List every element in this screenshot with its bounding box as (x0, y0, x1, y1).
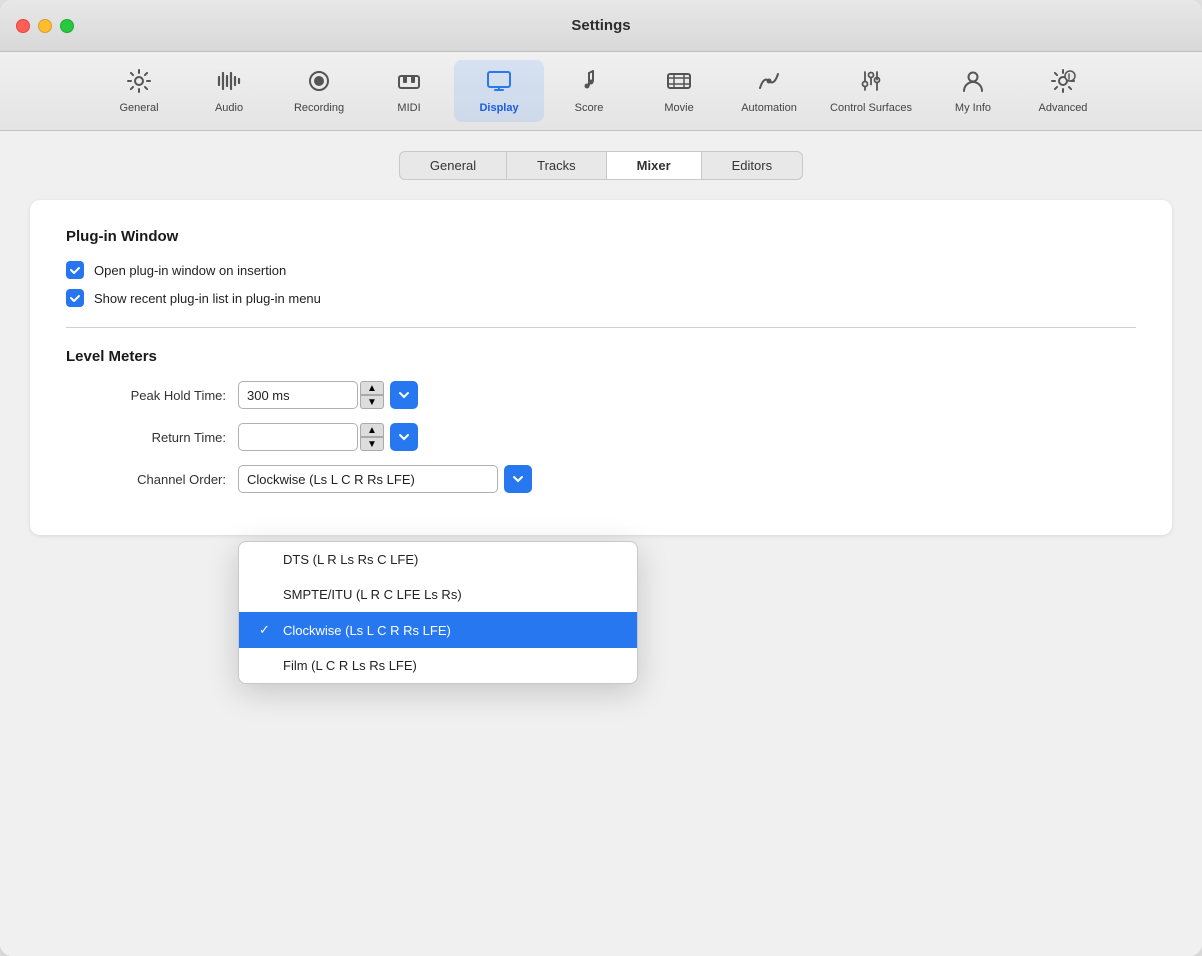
display-icon (486, 68, 512, 98)
general-icon (126, 68, 152, 98)
clockwise-checkmark: ✓ (259, 622, 275, 638)
peak-hold-time-input-group: ▲ ▼ (238, 381, 418, 409)
audio-icon (216, 68, 242, 98)
advanced-label: Advanced (1039, 102, 1088, 114)
score-icon (576, 68, 602, 98)
toolbar-item-display[interactable]: Display (454, 60, 544, 122)
peak-hold-time-stepper: ▲ ▼ (360, 381, 384, 409)
checkbox-show-recent-list[interactable] (66, 289, 84, 307)
toolbar-item-advanced[interactable]: Advanced (1018, 60, 1108, 122)
channel-order-dropdown: DTS (L R Ls Rs C LFE) SMPTE/ITU (L R C L… (238, 541, 638, 684)
tab-tracks[interactable]: Tracks (507, 151, 607, 180)
midi-icon (396, 68, 422, 98)
toolbar-item-audio[interactable]: Audio (184, 60, 274, 122)
peak-hold-time-dropdown-btn[interactable] (390, 381, 418, 409)
audio-label: Audio (215, 102, 243, 114)
dropdown-option-film[interactable]: Film (L C R Ls Rs LFE) (239, 648, 637, 683)
return-time-stepper: ▲ ▼ (360, 423, 384, 451)
tab-mixer[interactable]: Mixer (607, 151, 702, 180)
checkbox-open-on-insertion-label: Open plug-in window on insertion (94, 263, 286, 278)
automation-icon (756, 68, 782, 98)
control-surfaces-label: Control Surfaces (830, 102, 912, 114)
content-area: General Tracks Mixer Editors Plug-in Win… (0, 131, 1202, 956)
tab-editors[interactable]: Editors (702, 151, 803, 180)
section-divider (66, 327, 1136, 328)
close-button[interactable] (16, 19, 30, 33)
smpte-label: SMPTE/ITU (L R C LFE Ls Rs) (283, 587, 462, 602)
toolbar: General Audio Recording (0, 52, 1202, 131)
peak-hold-time-stepper-down[interactable]: ▼ (360, 395, 384, 409)
peak-hold-time-input[interactable] (238, 381, 358, 409)
tab-bar: General Tracks Mixer Editors (30, 151, 1172, 180)
automation-label: Automation (741, 102, 797, 114)
peak-hold-time-label: Peak Hold Time: (66, 388, 226, 403)
movie-icon (666, 68, 692, 98)
settings-window: Settings General Audio (0, 0, 1202, 956)
plugin-window-section: Plug-in Window Open plug-in window on in… (66, 228, 1136, 307)
channel-order-row: Channel Order: DTS (L R Ls Rs C LFE) (66, 465, 1136, 493)
checkbox-row-open-on-insertion: Open plug-in window on insertion (66, 261, 1136, 279)
clockwise-label: Clockwise (Ls L C R Rs LFE) (283, 623, 451, 638)
channel-order-dropdown-btn[interactable] (504, 465, 532, 493)
toolbar-item-score[interactable]: Score (544, 60, 634, 122)
title-bar: Settings (0, 0, 1202, 52)
toolbar-item-midi[interactable]: MIDI (364, 60, 454, 122)
dropdown-option-dts[interactable]: DTS (L R Ls Rs C LFE) (239, 542, 637, 577)
advanced-icon (1050, 68, 1076, 98)
checkbox-show-recent-list-label: Show recent plug-in list in plug-in menu (94, 291, 321, 306)
recording-icon (306, 68, 332, 98)
peak-hold-time-row: Peak Hold Time: ▲ ▼ (66, 381, 1136, 409)
toolbar-item-control-surfaces[interactable]: Control Surfaces (814, 60, 928, 122)
toolbar-item-automation[interactable]: Automation (724, 60, 814, 122)
minimize-button[interactable] (38, 19, 52, 33)
return-time-input-group: ▲ ▼ (238, 423, 418, 451)
settings-panel: Plug-in Window Open plug-in window on in… (30, 200, 1172, 535)
my-info-icon (960, 68, 986, 98)
dropdown-option-smpte[interactable]: SMPTE/ITU (L R C LFE Ls Rs) (239, 577, 637, 612)
midi-label: MIDI (397, 102, 420, 114)
toolbar-item-movie[interactable]: Movie (634, 60, 724, 122)
checkbox-row-show-recent-list: Show recent plug-in list in plug-in menu (66, 289, 1136, 307)
peak-hold-time-stepper-up[interactable]: ▲ (360, 381, 384, 395)
return-time-dropdown-btn[interactable] (390, 423, 418, 451)
plugin-window-title: Plug-in Window (66, 228, 1136, 245)
display-label: Display (479, 102, 518, 114)
movie-label: Movie (664, 102, 693, 114)
tab-general[interactable]: General (399, 151, 507, 180)
recording-label: Recording (294, 102, 344, 114)
toolbar-item-recording[interactable]: Recording (274, 60, 364, 122)
score-label: Score (575, 102, 604, 114)
my-info-label: My Info (955, 102, 991, 114)
toolbar-item-my-info[interactable]: My Info (928, 60, 1018, 122)
window-title: Settings (571, 17, 630, 34)
general-label: General (119, 102, 158, 114)
dts-label: DTS (L R Ls Rs C LFE) (283, 552, 418, 567)
maximize-button[interactable] (60, 19, 74, 33)
return-time-stepper-down[interactable]: ▼ (360, 437, 384, 451)
return-time-row: Return Time: ▲ ▼ (66, 423, 1136, 451)
dropdown-option-clockwise[interactable]: ✓ Clockwise (Ls L C R Rs LFE) (239, 612, 637, 648)
return-time-stepper-up[interactable]: ▲ (360, 423, 384, 437)
channel-order-input-group (238, 465, 532, 493)
level-meters-title: Level Meters (66, 348, 1136, 365)
channel-order-input[interactable] (238, 465, 498, 493)
film-label: Film (L C R Ls Rs LFE) (283, 658, 417, 673)
level-meters-section: Level Meters Peak Hold Time: ▲ ▼ (66, 348, 1136, 493)
channel-order-label: Channel Order: (66, 472, 226, 487)
control-surfaces-icon (858, 68, 884, 98)
return-time-label: Return Time: (66, 430, 226, 445)
toolbar-item-general[interactable]: General (94, 60, 184, 122)
checkbox-open-on-insertion[interactable] (66, 261, 84, 279)
return-time-input[interactable] (238, 423, 358, 451)
window-controls (16, 19, 74, 33)
